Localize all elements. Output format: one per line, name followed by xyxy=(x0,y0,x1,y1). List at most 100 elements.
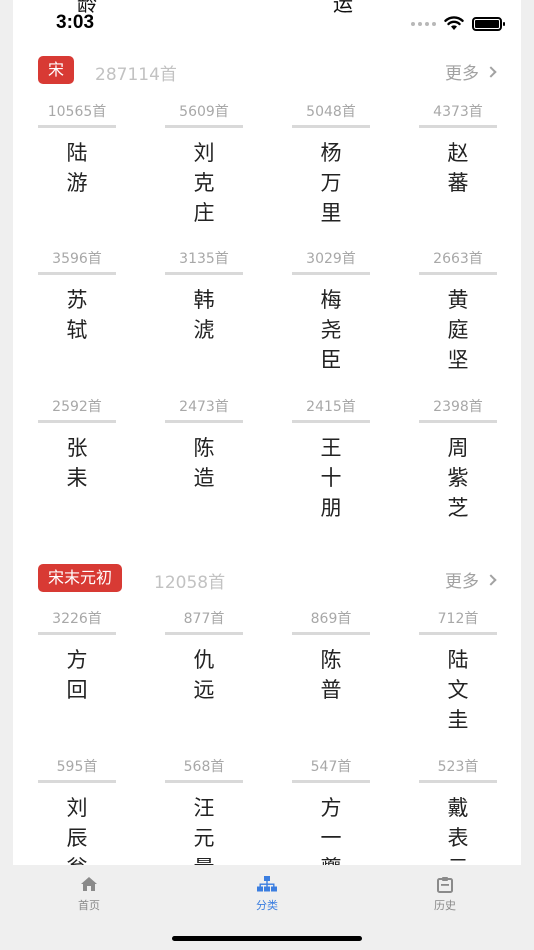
divider xyxy=(419,780,497,783)
poet-name: 陈普 xyxy=(320,648,342,702)
poem-count: 3135首 xyxy=(179,251,229,267)
divider xyxy=(165,272,243,275)
poem-count: 523首 xyxy=(437,759,479,775)
more-label: 更多 xyxy=(445,572,479,592)
poet-item[interactable]: 10565首陆游 xyxy=(38,102,116,198)
divider xyxy=(292,632,370,635)
poet-item[interactable]: 2473首 陈造 xyxy=(165,397,243,493)
section-header: 宋 287114首 更多 xyxy=(13,56,521,88)
divider xyxy=(292,780,370,783)
poet-item[interactable]: 2663首黄庭坚 xyxy=(419,249,497,375)
poet-name: 赵蕃 xyxy=(447,141,469,195)
poem-count: 3226首 xyxy=(52,611,102,627)
poem-count: 2415首 xyxy=(306,399,356,415)
poem-count: 10565首 xyxy=(47,104,107,120)
poet-item[interactable]: 3596首苏轼 xyxy=(38,249,116,345)
poet-name: 黄庭坚 xyxy=(447,288,469,372)
poem-count: 712首 xyxy=(437,611,479,627)
poet-item[interactable]: 5609首刘克庄 xyxy=(165,102,243,228)
poem-count: 568首 xyxy=(183,759,225,775)
divider xyxy=(165,780,243,783)
dynasty-tag[interactable]: 宋末元初 xyxy=(38,564,123,592)
tab-label: 分类 xyxy=(256,899,278,912)
wifi-icon xyxy=(444,16,464,30)
tab-history[interactable]: 历史 xyxy=(405,875,485,913)
poet-name: 陆文圭 xyxy=(447,648,469,732)
poet-name: 刘克庄 xyxy=(193,141,215,225)
home-icon xyxy=(49,875,129,893)
poem-count: 3029首 xyxy=(306,251,356,267)
poet-item[interactable]: 523首戴表元 xyxy=(419,757,497,865)
poem-count: 3596首 xyxy=(52,251,102,267)
poet-item[interactable]: 4373首赵蕃 xyxy=(419,102,497,198)
section-header: 宋末元初 12058首 更多 xyxy=(13,564,521,596)
poet-name: 梅尧臣 xyxy=(320,288,342,372)
dynasty-tag[interactable]: 宋 xyxy=(38,56,75,84)
divider xyxy=(292,125,370,128)
divider xyxy=(292,272,370,275)
poet-item[interactable]: 877首 仇远 xyxy=(165,609,243,705)
signal-dots-icon xyxy=(411,21,436,26)
divider xyxy=(38,780,116,783)
poet-name: 方一夔 xyxy=(320,796,342,865)
tab-home[interactable]: 首页 xyxy=(49,875,129,913)
divider xyxy=(419,632,497,635)
poem-count: 2663首 xyxy=(433,251,483,267)
poet-item[interactable]: 5048首杨万里 xyxy=(292,102,370,228)
more-label: 更多 xyxy=(445,64,479,84)
home-indicator xyxy=(172,936,362,941)
poet-item[interactable]: 2415首王十朋 xyxy=(292,397,370,523)
poet-name: 方回 xyxy=(66,648,88,702)
poem-count: 877首 xyxy=(183,611,225,627)
status-icons xyxy=(411,16,505,31)
history-icon xyxy=(405,875,485,893)
more-button[interactable]: 更多 xyxy=(445,567,497,592)
poet-item[interactable]: 3029首梅尧臣 xyxy=(292,249,370,375)
poet-item[interactable]: 712首陆文圭 xyxy=(419,609,497,735)
divider xyxy=(38,125,116,128)
tab-category[interactable]: 分类 xyxy=(227,875,307,913)
poem-count: 5609首 xyxy=(179,104,229,120)
poet-name: 周紫芝 xyxy=(447,436,469,520)
battery-icon xyxy=(472,16,505,31)
tab-label: 历史 xyxy=(434,899,456,912)
more-button[interactable]: 更多 xyxy=(445,59,497,84)
poet-item[interactable]: 3135首韩淲 xyxy=(165,249,243,345)
poet-item[interactable]: 547首方一夔 xyxy=(292,757,370,865)
divider xyxy=(38,420,116,423)
poet-item[interactable]: 2398首周紫芝 xyxy=(419,397,497,523)
poem-count: 2473首 xyxy=(179,399,229,415)
section-count: 287114首 xyxy=(95,65,177,85)
status-time: 3:03 xyxy=(56,12,95,33)
divider xyxy=(165,420,243,423)
poet-item[interactable]: 2592首 张耒 xyxy=(38,397,116,493)
dynasty-section-late-song: 宋末元初 12058首 更多 xyxy=(13,564,521,596)
scrolled-text-peek: 运 xyxy=(333,0,353,16)
poet-item[interactable]: 869首 陈普 xyxy=(292,609,370,705)
poem-count: 5048首 xyxy=(306,104,356,120)
poet-item[interactable]: 568首汪元量 xyxy=(165,757,243,865)
poem-count: 4373首 xyxy=(433,104,483,120)
content-card: 龄 运 宋 287114首 更多 10565首 陆游 5609首 刘克庄 5048首… xyxy=(13,0,521,865)
chevron-right-icon xyxy=(485,66,497,78)
poet-name: 苏轼 xyxy=(66,288,88,342)
poet-name: 韩淲 xyxy=(193,288,215,342)
poet-item[interactable]: 3226首方回 xyxy=(38,609,116,705)
dynasty-section-song: 宋 287114首 更多 xyxy=(13,56,521,88)
poem-count: 595首 xyxy=(56,759,98,775)
divider xyxy=(419,125,497,128)
poet-name: 汪元量 xyxy=(193,796,215,865)
divider xyxy=(292,420,370,423)
divider xyxy=(38,272,116,275)
chevron-right-icon xyxy=(485,574,497,586)
poet-name: 陆游 xyxy=(66,141,88,195)
tab-label: 首页 xyxy=(78,899,100,912)
poem-count: 2398首 xyxy=(433,399,483,415)
divider xyxy=(419,272,497,275)
poet-name: 刘辰翁 xyxy=(66,796,88,865)
poem-count: 2592首 xyxy=(52,399,102,415)
section-count: 12058首 xyxy=(154,573,226,593)
poet-name: 杨万里 xyxy=(320,141,342,225)
poet-name: 王十朋 xyxy=(320,436,342,520)
poet-item[interactable]: 595首刘辰翁 xyxy=(38,757,116,865)
